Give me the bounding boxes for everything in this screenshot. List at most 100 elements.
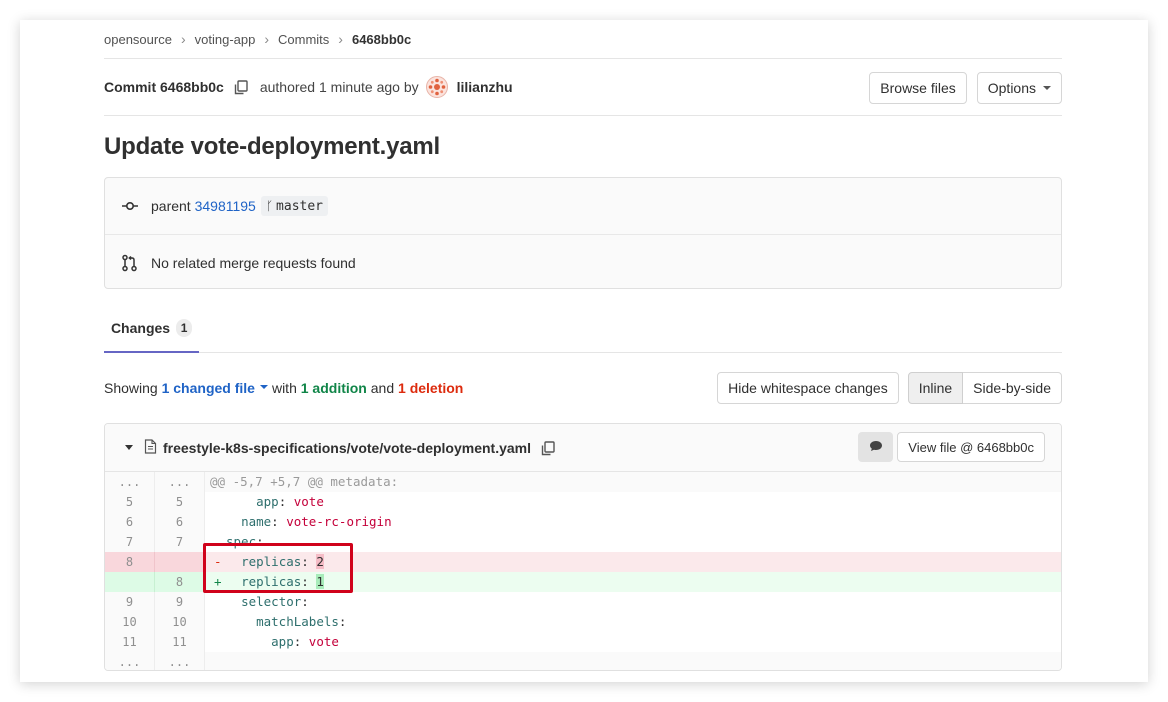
deletions-count: 1 deletion [398, 380, 464, 396]
copy-icon[interactable] [541, 440, 555, 455]
collapse-toggle-icon[interactable] [125, 445, 133, 450]
hide-whitespace-button[interactable]: Hide whitespace changes [717, 372, 899, 404]
diff-context-line: 99 selector: [105, 592, 1061, 612]
new-line-number[interactable]: 10 [155, 612, 205, 632]
tab-changes-label: Changes [110, 320, 171, 336]
line-content: app: vote [256, 494, 324, 509]
commit-header: Commit 6468bb0c authored 1 minute ago by… [104, 59, 1062, 116]
line-content: matchLabels: [256, 614, 347, 629]
diff-context-line: 10 10 matchLabels: [105, 612, 1061, 632]
tabs: Changes 1 [104, 305, 1062, 353]
breadcrumb-item-project[interactable]: voting-app [195, 32, 256, 47]
showing-and: and [370, 380, 395, 396]
caret-down-icon [1043, 86, 1051, 90]
comment-icon [869, 439, 883, 455]
branch-icon: ᚴ [265, 199, 274, 213]
showing-prefix: Showing [104, 380, 158, 396]
view-file-button[interactable]: View file @ 6468bb0c [897, 432, 1045, 462]
old-line-number[interactable]: 7 [105, 532, 155, 552]
old-line-number[interactable]: 11 [105, 632, 155, 652]
changed-files-dropdown[interactable]: 1 changed file [162, 380, 255, 396]
new-line-number[interactable]: ... [155, 472, 205, 492]
options-label: Options [987, 80, 1036, 96]
old-line-number[interactable]: 5 [105, 492, 155, 512]
browse-files-button[interactable]: Browse files [869, 72, 967, 104]
chevron-right-icon: › [180, 31, 186, 47]
page-frame: opensource › voting-app › Commits › 6468… [20, 20, 1148, 682]
yaml-value: vote-rc-origin [286, 514, 392, 529]
parent-label: parent [151, 198, 191, 214]
new-line-number[interactable] [155, 552, 205, 572]
commit-icon [121, 197, 139, 215]
breadcrumb-item-commits[interactable]: Commits [278, 32, 329, 47]
commit-title: Update vote-deployment.yaml [104, 133, 441, 160]
new-line-number[interactable]: 6 [155, 512, 205, 532]
yaml-value: vote [293, 494, 324, 509]
commit-actions: Browse files Options [869, 72, 1062, 104]
author-link[interactable]: lilianzhu [457, 79, 513, 95]
caret-down-icon[interactable] [259, 385, 268, 389]
changes-count-badge: 1 [176, 319, 193, 337]
chevron-right-icon: › [264, 31, 270, 47]
new-line-number[interactable]: 5 [155, 492, 205, 512]
diff-hunk-line: ...... [105, 652, 1061, 670]
old-line-number[interactable] [105, 572, 155, 592]
yaml-key: app [256, 494, 279, 509]
line-content: @@ -5,7 +5,7 @@ metadata: [205, 472, 1061, 492]
old-line-number[interactable]: 6 [105, 512, 155, 532]
new-line-number[interactable]: ... [155, 652, 205, 670]
authored-text: authored 1 minute ago by [259, 79, 419, 95]
old-line-number[interactable]: ... [105, 472, 155, 492]
old-line-number[interactable]: ... [105, 652, 155, 670]
merge-request-icon [121, 254, 139, 272]
new-line-number[interactable]: 11 [155, 632, 205, 652]
diff-hunk-line: ...... @@ -5,7 +5,7 @@ metadata: [105, 472, 1061, 492]
branch-name: master [276, 198, 324, 214]
additions-count: 1 addition [300, 380, 367, 396]
inline-view-button[interactable]: Inline [907, 372, 964, 404]
new-line-number[interactable]: 7 [155, 532, 205, 552]
yaml-key: matchLabels [256, 614, 339, 629]
diff-context-line: 66 name: vote-rc-origin [105, 512, 1061, 532]
parent-row: parent 34981195 ᚴ master [105, 178, 1061, 234]
commit-info-box: parent 34981195 ᚴ master No related merg… [104, 177, 1062, 289]
copy-icon[interactable] [234, 80, 248, 95]
breadcrumb-item-group[interactable]: opensource [104, 32, 172, 47]
diff-file-actions: View file @ 6468bb0c [858, 432, 1045, 462]
diff-view-toggle: Inline Side-by-side [907, 372, 1062, 404]
view-actions: Hide whitespace changes Inline Side-by-s… [717, 372, 1062, 404]
line-content: name: vote-rc-origin [241, 514, 392, 529]
line-content: selector: [241, 594, 309, 609]
diff-file-path[interactable]: freestyle-k8s-specifications/vote/vote-d… [163, 440, 531, 456]
old-line-number[interactable]: 10 [105, 612, 155, 632]
tab-changes[interactable]: Changes 1 [104, 305, 199, 353]
diff-context-line: 55 app: vote [105, 492, 1061, 512]
chevron-right-icon: › [338, 31, 343, 47]
showing-with: with [271, 380, 297, 396]
yaml-key: app [271, 634, 294, 649]
commit-label: Commit 6468bb0c [104, 79, 224, 95]
diff-context-line: 11 11 app: vote [105, 632, 1061, 652]
side-by-side-view-button[interactable]: Side-by-side [963, 372, 1062, 404]
breadcrumb: opensource › voting-app › Commits › 6468… [104, 20, 1062, 59]
hunk-header-text: @@ -5,7 +5,7 @@ metadata: [210, 474, 399, 489]
line-content [205, 652, 1061, 670]
old-line-number[interactable]: 9 [105, 592, 155, 612]
new-line-number[interactable]: 9 [155, 592, 205, 612]
diff-file-header: freestyle-k8s-specifications/vote/vote-d… [105, 424, 1061, 472]
merge-request-text: No related merge requests found [151, 254, 356, 271]
parent-sha-link[interactable]: 34981195 [195, 198, 256, 214]
line-content: app: vote [271, 634, 339, 649]
yaml-key: selector [241, 594, 302, 609]
avatar[interactable] [425, 76, 448, 98]
new-line-number[interactable]: 8 [155, 572, 205, 592]
merge-request-row: No related merge requests found [105, 234, 1061, 290]
old-line-number[interactable]: 8 [105, 552, 155, 572]
branch-badge[interactable]: ᚴ master [260, 196, 329, 216]
annotation-highlight-box [203, 543, 353, 593]
diff-stats-bar: Showing 1 changed file with 1 addition a… [104, 353, 1062, 423]
yaml-key: name [241, 514, 272, 529]
breadcrumb-item-current[interactable]: 6468bb0c [352, 32, 411, 47]
options-dropdown[interactable]: Options [976, 72, 1062, 104]
comment-toggle-button[interactable] [858, 432, 894, 462]
